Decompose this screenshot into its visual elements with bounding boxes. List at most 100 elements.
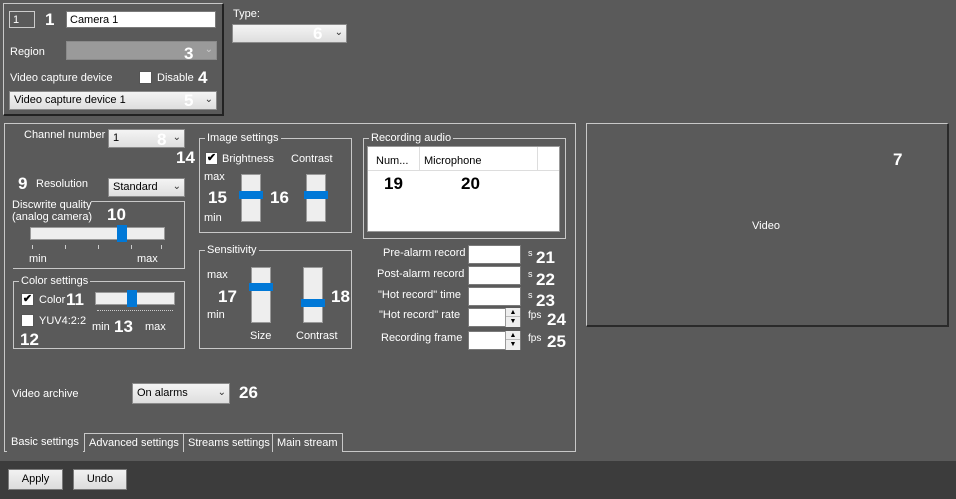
sensitivity-title: Sensitivity bbox=[205, 243, 259, 257]
tab-main-stream[interactable]: Main stream bbox=[272, 433, 343, 452]
color-slider[interactable] bbox=[95, 290, 175, 307]
hot-record-time-unit: s bbox=[528, 290, 533, 300]
hot-record-time-field[interactable] bbox=[468, 287, 521, 306]
color-settings-title: Color settings bbox=[19, 274, 91, 288]
color-checkbox[interactable]: ✔ bbox=[21, 293, 34, 306]
resolution-select[interactable]: Standard ⌄ bbox=[108, 178, 185, 197]
size-slider[interactable] bbox=[249, 267, 273, 323]
callout-15: 15 bbox=[208, 188, 227, 207]
pre-alarm-label: Pre-alarm record bbox=[383, 247, 466, 259]
callout-4: 4 bbox=[198, 68, 208, 87]
chevron-down-icon: ⌄ bbox=[334, 27, 343, 38]
tab-advanced-settings[interactable]: Advanced settings bbox=[84, 433, 184, 452]
apply-button[interactable]: Apply bbox=[8, 469, 63, 490]
color-slider-max-label: max bbox=[145, 321, 166, 333]
callout-6: 6 bbox=[313, 24, 323, 43]
audio-col-number[interactable]: Num... bbox=[376, 154, 408, 168]
resolution-value: Standard bbox=[113, 181, 158, 193]
recording-frame-label: Recording frame bbox=[381, 332, 463, 344]
brightness-checkbox[interactable]: ✔ bbox=[205, 152, 218, 165]
hot-record-rate-label: "Hot record" rate bbox=[379, 309, 461, 321]
type-select[interactable]: ⌄ bbox=[232, 24, 347, 43]
camera-id-field[interactable]: 1 bbox=[9, 11, 35, 28]
recording-frame-spinner[interactable]: ▲ ▼ bbox=[505, 331, 520, 350]
color-slider-min-label: min bbox=[92, 321, 110, 333]
callout-16: 16 bbox=[270, 188, 289, 207]
callout-21: 21 bbox=[536, 248, 555, 267]
audio-col-microphone[interactable]: Microphone bbox=[424, 154, 481, 168]
chevron-down-icon: ⌄ bbox=[204, 94, 213, 105]
callout-23: 23 bbox=[536, 291, 555, 310]
tab-basic-settings[interactable]: Basic settings bbox=[7, 433, 83, 452]
brightness-slider-thumb[interactable] bbox=[239, 191, 263, 199]
resolution-label: Resolution bbox=[36, 178, 88, 190]
callout-8: 8 bbox=[157, 130, 167, 149]
channel-number-select[interactable]: 1 ⌄ bbox=[108, 129, 185, 148]
post-alarm-unit: s bbox=[528, 269, 533, 279]
size-label: Size bbox=[250, 330, 272, 342]
capture-device-value: Video capture device 1 bbox=[14, 94, 126, 106]
video-archive-value: On alarms bbox=[137, 387, 188, 399]
pre-alarm-unit: s bbox=[528, 248, 533, 258]
callout-26: 26 bbox=[239, 383, 258, 402]
callout-25: 25 bbox=[547, 332, 566, 351]
sensitivity-contrast-slider-thumb[interactable] bbox=[301, 299, 325, 307]
spin-down-icon[interactable]: ▼ bbox=[506, 317, 520, 326]
sensitivity-min-label: min bbox=[207, 309, 225, 321]
callout-18: 18 bbox=[331, 287, 350, 306]
spin-up-icon[interactable]: ▲ bbox=[506, 308, 520, 317]
checkmark-icon: ✔ bbox=[22, 293, 33, 305]
color-label: Color bbox=[39, 294, 66, 306]
channel-number-value: 1 bbox=[113, 132, 120, 144]
callout-13: 13 bbox=[114, 317, 133, 336]
disable-checkbox[interactable] bbox=[139, 71, 152, 84]
region-label: Region bbox=[10, 46, 45, 58]
spin-down-icon[interactable]: ▼ bbox=[506, 340, 520, 349]
chevron-down-icon: ⌄ bbox=[217, 387, 226, 398]
sensitivity-contrast-label: Contrast bbox=[296, 330, 338, 342]
quality-min-label: min bbox=[29, 253, 47, 265]
chevron-down-icon: ⌄ bbox=[172, 181, 181, 192]
callout-24: 24 bbox=[547, 310, 566, 329]
audio-device-table[interactable]: Num... Microphone 19 20 bbox=[367, 146, 560, 232]
hot-record-rate-unit: fps bbox=[528, 310, 542, 321]
spin-up-icon[interactable]: ▲ bbox=[506, 331, 520, 340]
brightness-slider[interactable] bbox=[239, 174, 263, 222]
color-slider-thumb[interactable] bbox=[127, 290, 137, 307]
sensitivity-max-label: max bbox=[207, 269, 228, 281]
image-min-label: min bbox=[204, 212, 222, 224]
callout-2: 2 bbox=[199, 12, 209, 31]
callout-5: 5 bbox=[184, 91, 194, 110]
post-alarm-field[interactable] bbox=[468, 266, 521, 285]
quality-label-2: (analog camera) bbox=[12, 210, 93, 224]
sensitivity-contrast-slider[interactable] bbox=[301, 267, 325, 323]
hot-record-time-label: "Hot record" time bbox=[378, 289, 461, 301]
undo-button[interactable]: Undo bbox=[73, 469, 127, 490]
video-archive-label: Video archive bbox=[12, 388, 79, 400]
region-select[interactable]: ⌄ bbox=[66, 41, 217, 60]
image-contrast-slider-thumb[interactable] bbox=[304, 191, 328, 199]
channel-number-label: Channel number bbox=[24, 129, 106, 141]
column-divider bbox=[537, 147, 538, 171]
disable-label: Disable bbox=[157, 72, 194, 84]
tab-streams-settings[interactable]: Streams settings bbox=[183, 433, 275, 452]
image-settings-title: Image settings bbox=[205, 131, 281, 145]
callout-17: 17 bbox=[218, 287, 237, 306]
capture-device-label: Video capture device bbox=[10, 72, 113, 84]
callout-19: 19 bbox=[384, 174, 403, 193]
checkmark-icon: ✔ bbox=[206, 152, 217, 164]
brightness-label: Brightness bbox=[222, 153, 274, 165]
hot-record-rate-spinner[interactable]: ▲ ▼ bbox=[505, 308, 520, 327]
camera-name-field[interactable]: Camera 1 bbox=[66, 11, 216, 28]
callout-7: 7 bbox=[893, 150, 903, 169]
quality-slider[interactable] bbox=[30, 225, 165, 242]
chevron-down-icon: ⌄ bbox=[204, 44, 213, 55]
chevron-down-icon: ⌄ bbox=[172, 132, 181, 143]
image-contrast-slider[interactable] bbox=[304, 174, 328, 222]
callout-14: 14 bbox=[176, 148, 195, 167]
size-slider-thumb[interactable] bbox=[249, 283, 273, 291]
quality-slider-thumb[interactable] bbox=[117, 225, 127, 242]
pre-alarm-field[interactable] bbox=[468, 245, 521, 264]
yuv-checkbox[interactable] bbox=[21, 314, 34, 327]
video-archive-select[interactable]: On alarms ⌄ bbox=[132, 383, 230, 404]
